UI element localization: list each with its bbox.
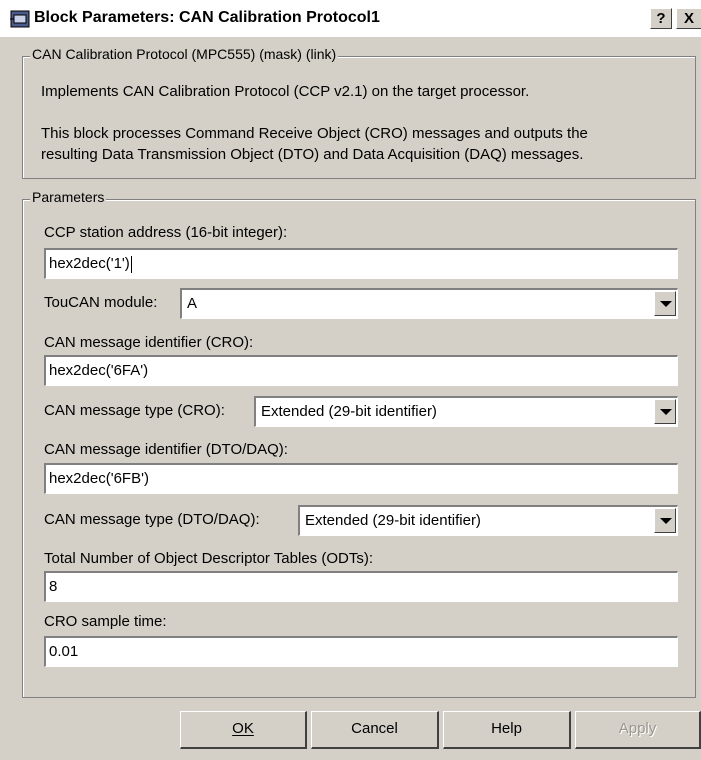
- sample-time-label: CRO sample time:: [44, 613, 167, 630]
- sample-time-input[interactable]: 0.01: [44, 636, 678, 667]
- odt-count-label: Total Number of Object Descriptor Tables…: [44, 550, 373, 567]
- cro-identifier-label: CAN message identifier (CRO):: [44, 334, 254, 351]
- toucan-module-label: TouCAN module:: [44, 294, 158, 311]
- cro-type-value: Extended (29-bit identifier): [261, 403, 437, 420]
- cro-type-label: CAN message type (CRO):: [44, 402, 225, 419]
- cancel-button[interactable]: Cancel: [311, 711, 439, 749]
- station-address-label: CCP station address (16-bit integer):: [44, 224, 288, 241]
- cro-type-select[interactable]: Extended (29-bit identifier): [254, 396, 678, 427]
- mask-description-line1: Implements CAN Calibration Protocol (CCP…: [41, 83, 530, 100]
- chevron-down-icon[interactable]: [654, 399, 676, 424]
- station-address-input[interactable]: hex2dec('1'): [44, 248, 678, 279]
- help-button[interactable]: Help: [443, 711, 571, 749]
- dto-identifier-input[interactable]: hex2dec('6FB'): [44, 463, 678, 494]
- dto-type-value: Extended (29-bit identifier): [305, 512, 481, 529]
- dto-type-select[interactable]: Extended (29-bit identifier): [298, 505, 678, 536]
- mask-description-line3: resulting Data Transmission Object (DTO)…: [41, 146, 584, 163]
- title-bar: Block Parameters: CAN Calibration Protoc…: [0, 0, 701, 37]
- apply-button[interactable]: Apply: [575, 711, 701, 749]
- window-title: Block Parameters: CAN Calibration Protoc…: [34, 9, 380, 26]
- cro-identifier-input[interactable]: hex2dec('6FA'): [44, 355, 678, 386]
- dto-type-label: CAN message type (DTO/DAQ):: [44, 511, 260, 528]
- mask-description-line2: This block processes Command Receive Obj…: [41, 125, 588, 142]
- title-close-button[interactable]: X: [676, 8, 701, 29]
- title-help-button[interactable]: ?: [650, 8, 672, 29]
- ok-button[interactable]: OK: [180, 711, 307, 749]
- text-caret: [130, 255, 132, 273]
- odt-count-input[interactable]: 8: [44, 571, 678, 602]
- toucan-module-select[interactable]: A: [180, 288, 678, 319]
- toucan-module-value: A: [187, 295, 198, 312]
- parameters-group-label: Parameters: [30, 189, 107, 205]
- simulink-block-icon: [10, 10, 30, 28]
- mask-group-label: CAN Calibration Protocol (MPC555) (mask)…: [30, 46, 339, 62]
- dto-identifier-label: CAN message identifier (DTO/DAQ):: [44, 441, 288, 458]
- chevron-down-icon[interactable]: [654, 291, 676, 316]
- chevron-down-icon[interactable]: [654, 508, 676, 533]
